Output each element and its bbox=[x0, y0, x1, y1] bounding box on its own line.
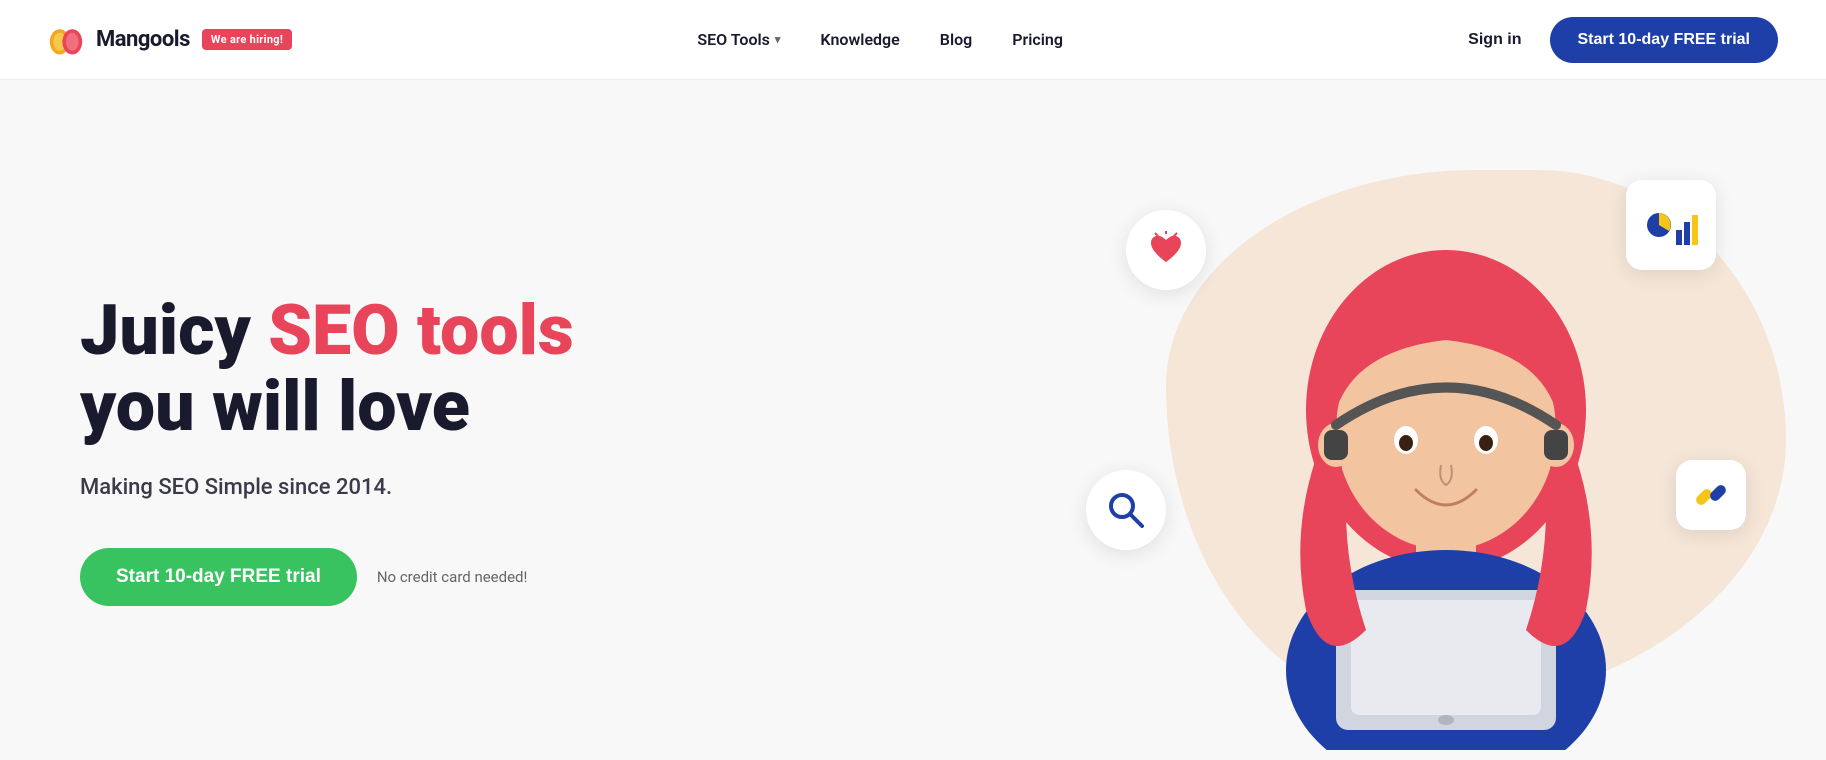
nav-knowledge[interactable]: Knowledge bbox=[820, 30, 899, 49]
search-icon bbox=[1105, 489, 1147, 531]
heart-bubble-icon bbox=[1126, 210, 1206, 290]
hero-illustration bbox=[1066, 150, 1746, 750]
nav-blog[interactable]: Blog bbox=[940, 30, 972, 49]
logo-icon bbox=[48, 22, 84, 58]
link-bubble-icon bbox=[1676, 460, 1746, 530]
character-illustration bbox=[1206, 230, 1686, 750]
nav-seo-tools[interactable]: SEO Tools ▾ bbox=[697, 30, 780, 49]
hero-title-part2: you will love bbox=[80, 366, 470, 448]
signin-button[interactable]: Sign in bbox=[1468, 31, 1521, 49]
chart-icon bbox=[1644, 200, 1699, 250]
hero-cta-row: Start 10-day FREE trial No credit card n… bbox=[80, 548, 574, 606]
hero-section: Juicy SEO toolsyou will love Making SEO … bbox=[0, 80, 1826, 760]
navbar-right: Sign in Start 10-day FREE trial bbox=[1468, 17, 1778, 63]
chart-bubble-icon bbox=[1626, 180, 1716, 270]
nav-pricing[interactable]: Pricing bbox=[1012, 30, 1063, 49]
hero-title-part1: Juicy bbox=[80, 290, 268, 372]
character-svg bbox=[1206, 230, 1686, 750]
navbar-center: SEO Tools ▾ Knowledge Blog Pricing bbox=[697, 30, 1063, 49]
trial-button-nav[interactable]: Start 10-day FREE trial bbox=[1550, 17, 1779, 63]
hero-title-seo: SEO tools bbox=[268, 290, 574, 372]
search-bubble-icon bbox=[1086, 470, 1166, 550]
hero-content: Juicy SEO toolsyou will love Making SEO … bbox=[80, 294, 574, 606]
hiring-badge[interactable]: We are hiring! bbox=[202, 29, 292, 50]
navbar-left: Mangools We are hiring! bbox=[48, 22, 292, 58]
navbar: Mangools We are hiring! SEO Tools ▾ Know… bbox=[0, 0, 1826, 80]
heart-icon bbox=[1146, 230, 1186, 270]
hero-subtitle: Making SEO Simple since 2014. bbox=[80, 475, 574, 500]
hero-title: Juicy SEO toolsyou will love bbox=[80, 294, 574, 445]
no-credit-card-text: No credit card needed! bbox=[377, 568, 528, 586]
trial-button-hero[interactable]: Start 10-day FREE trial bbox=[80, 548, 357, 606]
link-icon bbox=[1690, 474, 1732, 516]
logo-text: Mangools bbox=[96, 27, 190, 52]
chevron-down-icon: ▾ bbox=[775, 33, 781, 46]
